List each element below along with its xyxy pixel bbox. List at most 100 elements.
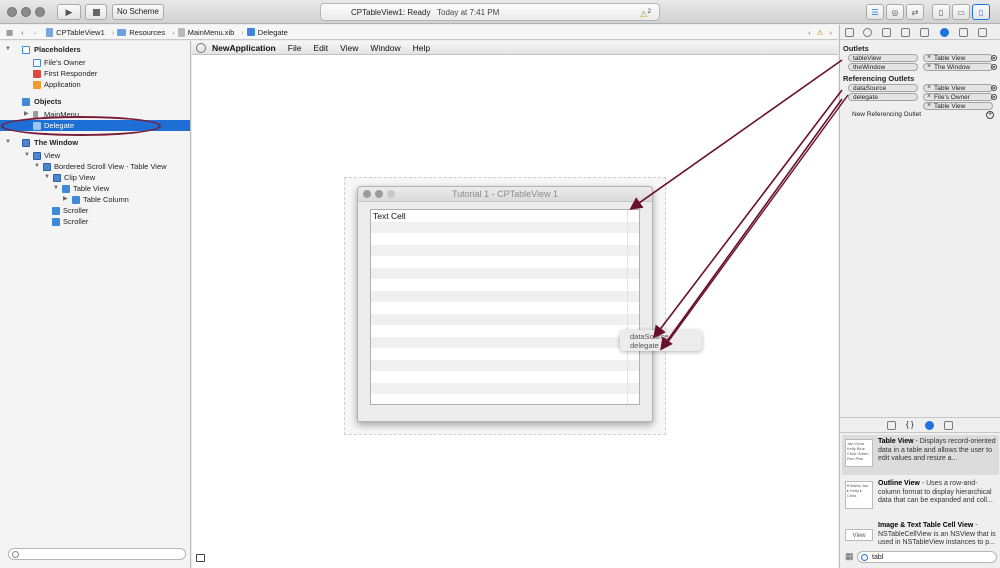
table-row[interactable] [371,313,639,325]
table-row[interactable] [371,290,639,302]
outline-item-scroller[interactable]: Scroller [0,216,190,227]
stop-button[interactable] [85,4,107,20]
code-snippet-icon[interactable]: { } [906,421,915,430]
outlet-row-thewindow[interactable]: theWindow The Window [848,63,998,72]
outlet-target[interactable]: File's Owner [923,93,993,101]
connection-circle-icon[interactable] [991,94,997,100]
related-items-icon[interactable]: ▦ [6,28,13,37]
assistant-editor-button[interactable]: ◎ [886,4,904,20]
table-row[interactable] [371,336,639,348]
outline-item-table-view[interactable]: ▼ Table View [0,183,190,194]
table-row[interactable] [371,394,639,404]
table-row[interactable] [371,359,639,371]
outline-item-scroller[interactable]: Scroller [0,205,190,216]
identity-inspector-icon[interactable] [882,28,891,37]
run-button[interactable]: ▶ [57,4,81,20]
outlet-target[interactable]: Table View [923,54,993,62]
outline-item-clip-view[interactable]: ▼ Clip View [0,172,190,183]
ref-outlet-row-delegate[interactable]: delegate File's Owner Table View [848,93,998,111]
forward-button[interactable]: › [34,28,37,37]
utilities-toggle-button[interactable]: ▯ [972,4,990,20]
table-row[interactable] [371,371,639,383]
previous-issue-button[interactable]: ‹ [808,28,811,37]
disclosure-open-icon[interactable]: ▼ [34,161,40,172]
table-row[interactable] [371,221,639,233]
library-search-field[interactable]: tabl [857,551,997,563]
outline-item-table-column[interactable]: ▶ Table Column [0,194,190,205]
disclosure-open-icon[interactable]: ▼ [44,172,50,183]
disclosure-open-icon[interactable]: ▼ [5,44,11,55]
next-issue-button[interactable]: › [830,28,833,37]
disclosure-open-icon[interactable]: ▼ [24,150,30,161]
close-window-button[interactable] [7,7,17,17]
menu-view[interactable]: View [340,43,358,53]
outline-item-application[interactable]: Application [0,79,190,90]
breadcrumb-project[interactable]: CPTableView1 [46,27,105,37]
outline-header-objects[interactable]: Objects [0,96,190,107]
table-row[interactable] [371,279,639,291]
table-row[interactable] [371,256,639,268]
outline-filter-field[interactable] [8,548,186,560]
library-item-table-view[interactable]: Jan Clear Kelly Blue Chris Green Ron Pin… [842,435,999,475]
table-row[interactable] [371,382,639,394]
library-view-mode-icon[interactable]: ▦ [845,551,854,562]
back-button[interactable]: ‹ [21,28,24,37]
popup-item-delegate[interactable]: delegate [630,341,659,350]
connections-inspector-icon[interactable] [940,28,949,37]
warning-indicator[interactable]: ⚠2 [640,4,651,23]
file-inspector-icon[interactable] [845,28,854,37]
scheme-selector[interactable]: No Scheme [112,4,164,20]
media-library-icon[interactable] [944,421,953,430]
app-window[interactable]: Tutorial 1 - CPTableView 1 Text Cell [357,186,653,422]
document-outline-toggle-icon[interactable] [196,554,205,562]
outline-header-placeholders[interactable]: ▼ Placeholders [0,44,190,55]
outline-item-first-responder[interactable]: First Responder [0,68,190,79]
bindings-inspector-icon[interactable] [959,28,968,37]
disclosure-open-icon[interactable]: ▼ [53,183,59,194]
attributes-inspector-icon[interactable] [901,28,910,37]
table-row[interactable] [371,325,639,337]
size-inspector-icon[interactable] [920,28,929,37]
table-row[interactable] [371,233,639,245]
table-row[interactable] [371,348,639,360]
table-row[interactable] [371,210,639,222]
connection-circle-icon[interactable] [991,64,997,70]
outline-item-view[interactable]: ▼ View [0,150,190,161]
zoom-window-button[interactable] [35,7,45,17]
breadcrumb-file[interactable]: MainMenu.xib [177,27,234,37]
menu-window[interactable]: Window [370,43,400,53]
object-library-icon[interactable] [925,421,934,430]
disclosure-closed-icon[interactable]: ▶ [63,194,68,205]
table-row[interactable] [371,244,639,256]
debug-toggle-button[interactable]: ▭ [952,4,970,20]
disclosure-open-icon[interactable]: ▼ [5,137,11,148]
popup-item-datasource[interactable]: dataSource [630,332,668,341]
menu-file[interactable]: File [288,43,302,53]
menu-app-name[interactable]: NewApplication [212,43,276,53]
window-title-bar[interactable]: Tutorial 1 - CPTableView 1 [358,187,652,202]
table-row[interactable] [371,302,639,314]
table-cell[interactable]: Text Cell [373,211,406,221]
effects-inspector-icon[interactable] [978,28,987,37]
version-editor-button[interactable]: ⇄ [906,4,924,20]
menu-edit[interactable]: Edit [313,43,328,53]
issue-warning-icon[interactable]: ⚠ [817,28,824,37]
standard-editor-button[interactable]: ☰ [866,4,884,20]
navigator-toggle-button[interactable]: ▯ [932,4,950,20]
outlet-target[interactable]: Table View [923,102,993,110]
connection-circle-icon[interactable] [991,55,997,61]
outline-item-scroll-view[interactable]: ▼ Bordered Scroll View - Table View [0,161,190,172]
ref-outlet-row-datasource[interactable]: dataSource Table View [848,84,998,93]
table-row[interactable] [371,267,639,279]
quick-help-icon[interactable] [863,28,872,37]
minimize-window-button[interactable] [21,7,31,17]
library-item-outline-view[interactable]: ▾ Mail ▸ Jan ▸ Kelly ▸ Chris Outline Vie… [842,477,999,517]
breadcrumb-folder[interactable]: Resources [117,28,165,37]
file-template-icon[interactable] [887,421,896,430]
connection-circle-icon[interactable] [991,85,997,91]
breadcrumb-object[interactable]: Delegate [246,28,288,37]
outlet-target[interactable]: Table View [923,84,993,92]
apple-menu-icon[interactable] [196,42,206,53]
add-connection-icon[interactable]: + [986,111,994,119]
outlet-target[interactable]: The Window [923,63,993,71]
